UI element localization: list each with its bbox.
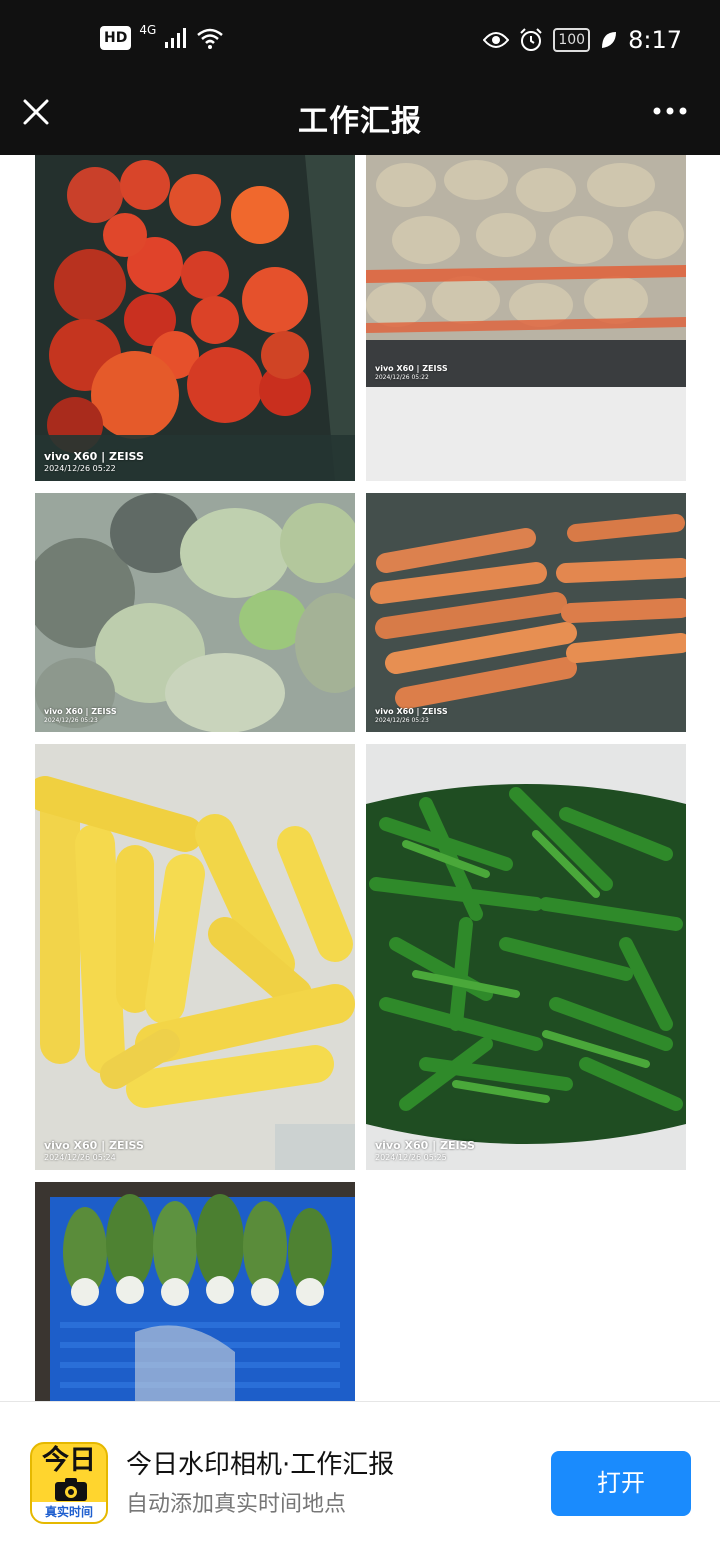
open-button[interactable]: 打开 xyxy=(551,1451,691,1516)
photo-watermark: vivo X60 | ZEISS 2024/12/26 05:23 xyxy=(44,707,117,724)
network-type: 4G xyxy=(139,23,157,37)
status-left: HD 4G xyxy=(100,23,224,50)
hd-badge: HD xyxy=(100,26,132,50)
photo-cabbages[interactable]: vivo X60 | ZEISS 2024/12/26 05:23 xyxy=(35,493,355,732)
app-promo-banner: 今日 真实时间 今日水印相机·工作汇报 自动添加真实时间地点 打开 xyxy=(0,1401,720,1560)
watermark-date: 2024/12/26 05:22 xyxy=(375,374,429,381)
photo-watermark: vivo X60 | ZEISS 2024/12/26 05:23 xyxy=(375,707,448,724)
page-title: 工作汇报 xyxy=(298,104,422,139)
photo-carrots[interactable]: vivo X60 | ZEISS 2024/12/26 05:23 xyxy=(366,493,686,732)
photo-potatoes[interactable]: vivo X60 | ZEISS 2024/12/26 05:22 xyxy=(366,155,686,481)
watermark-brand: vivo X60 | ZEISS xyxy=(44,707,117,716)
wifi-icon xyxy=(197,28,224,49)
photo-watermark: vivo X60 | ZEISS 2024/12/26 05:22 xyxy=(375,364,448,381)
app-name: 今日水印相机·工作汇报 xyxy=(126,1450,395,1480)
alarm-icon xyxy=(520,28,543,51)
photo-tomatoes[interactable]: vivo X60 | ZEISS 2024/12/26 05:22 xyxy=(35,155,355,481)
battery-indicator: 100 xyxy=(553,28,591,52)
photo-corn[interactable]: vivo X60 | ZEISS 2024/12/26 05:24 xyxy=(35,744,355,1170)
logo-text-bottom: 真实时间 xyxy=(32,1502,106,1522)
photo-bok-choy[interactable] xyxy=(35,1182,355,1401)
watermark-date: 2024/12/26 05:25 xyxy=(375,1153,447,1162)
watermark-brand: vivo X60 | ZEISS xyxy=(375,1139,475,1152)
photo-watermark: vivo X60 | ZEISS 2024/12/26 05:25 xyxy=(375,1139,475,1162)
leaf-icon xyxy=(602,32,617,48)
top-nav-bar: 工作汇报 xyxy=(0,82,720,155)
status-right: 100 8:17 xyxy=(483,26,682,54)
camera-icon xyxy=(55,1478,87,1501)
more-icon[interactable] xyxy=(652,96,688,126)
photo-grid: vivo X60 | ZEISS 2024/12/26 05:22 vivo X… xyxy=(0,155,720,1401)
watermark-brand: vivo X60 | ZEISS xyxy=(44,450,144,463)
photo-green-peppers[interactable]: vivo X60 | ZEISS 2024/12/26 05:25 xyxy=(366,744,686,1170)
photo-watermark: vivo X60 | ZEISS 2024/12/26 05:22 xyxy=(44,450,144,473)
photo-watermark: vivo X60 | ZEISS 2024/12/26 05:24 xyxy=(44,1139,144,1162)
clock: 8:17 xyxy=(628,26,682,54)
logo-text-top: 今日 xyxy=(42,1445,96,1476)
watermark-brand: vivo X60 | ZEISS xyxy=(375,364,448,373)
eye-icon xyxy=(483,32,510,48)
watermark-brand: vivo X60 | ZEISS xyxy=(44,1139,144,1152)
watermark-date: 2024/12/26 05:22 xyxy=(44,464,116,473)
watermark-date: 2024/12/26 05:24 xyxy=(44,1153,116,1162)
signal-icon xyxy=(165,28,187,48)
status-bar: HD 4G 100 8:17 xyxy=(0,0,720,82)
app-logo[interactable]: 今日 真实时间 xyxy=(30,1442,108,1524)
watermark-date: 2024/12/26 05:23 xyxy=(375,717,429,724)
app-tagline: 自动添加真实时间地点 xyxy=(126,1492,347,1517)
watermark-brand: vivo X60 | ZEISS xyxy=(375,707,448,716)
watermark-date: 2024/12/26 05:23 xyxy=(44,717,98,724)
